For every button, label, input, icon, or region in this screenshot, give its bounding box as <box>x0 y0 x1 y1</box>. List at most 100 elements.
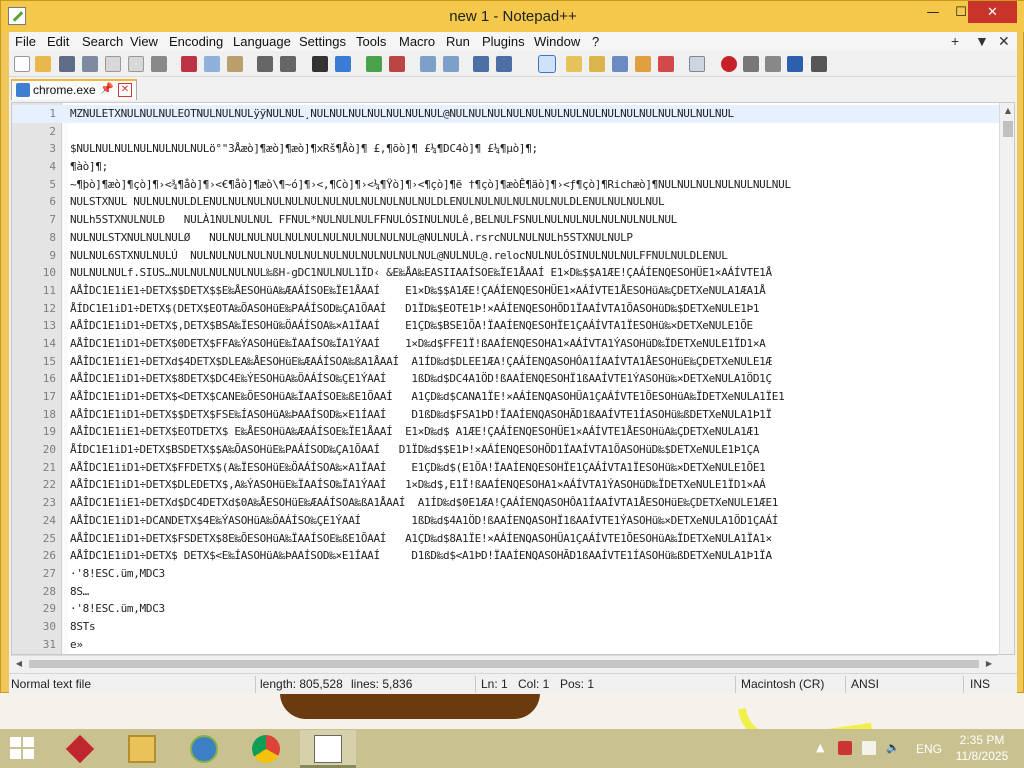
line-text[interactable]: AÅÎDC1E1iD1÷DETX$<DETX$CANE‰ÕESOHüA‰ÏAAÍ… <box>70 390 998 403</box>
winrar-icon[interactable] <box>52 730 108 768</box>
play-multi-icon[interactable] <box>787 56 803 72</box>
line-text[interactable]: 8STs <box>70 620 998 633</box>
editor-line[interactable]: 27 ·'8!ESC.üm,MDC3 <box>12 565 1002 583</box>
doc-map-icon[interactable] <box>589 56 605 72</box>
close-icon[interactable] <box>105 56 121 72</box>
wrap-icon[interactable] <box>473 56 489 72</box>
save-all-icon[interactable] <box>82 56 98 72</box>
editor-line[interactable]: 25 AÅÎDC1E1iD1÷DETX$FSDETX$8E‰ÕESOHüA‰ÏAA… <box>12 530 1002 548</box>
line-text[interactable]: AÅÎDC1E1iD1÷DETX$FSDETX$8E‰ÕESOHüA‰ÏAAÍS… <box>70 532 998 545</box>
replace-icon[interactable] <box>335 56 351 72</box>
editor-line[interactable]: 28 8S… <box>12 583 1002 601</box>
editor-line[interactable]: 7 NULh5STXNULNULÐ NULÀ1NULNULNUL FFNUL*NU… <box>12 211 1002 229</box>
function-list-icon[interactable] <box>612 56 628 72</box>
redo-icon[interactable] <box>280 56 296 72</box>
stop-icon[interactable] <box>743 56 759 72</box>
menu-tools[interactable]: Tools <box>356 34 386 49</box>
line-text[interactable]: NULNULSTXNULNULNULØ NULNULNULNULNULNULNU… <box>70 231 998 244</box>
editor-line[interactable]: 3 $NULNULNULNULNULNULNULö°"3Åæò]¶æò]¶æò]¶… <box>12 140 1002 158</box>
sync-v-icon[interactable] <box>420 56 436 72</box>
line-text[interactable]: AÅÎDC1E1iD1÷DETX$0DETX$FFA‰ÝASOHüE‰ÏAAÍS… <box>70 337 998 350</box>
menu-language[interactable]: Language <box>233 34 291 49</box>
status-encoding[interactable]: ANSI <box>851 677 879 691</box>
editor-line[interactable]: 13 AÅÎDC1E1iD1÷DETX$,DETX$BSA‰ÏESOHü‰ÖAÁÍ… <box>12 317 1002 335</box>
line-text[interactable]: AÅÎDC1E1iE1÷DETX$EOTDETX$ E‰ÅESOHüA‰ÆAÁÍ… <box>70 425 998 438</box>
close-button[interactable]: ✕ <box>968 1 1017 23</box>
scroll-up-icon[interactable]: ▲ <box>1000 103 1014 119</box>
editor-line[interactable]: 17 AÅÎDC1E1iD1÷DETX$<DETX$CANE‰ÕESOHüA‰ÏA… <box>12 388 1002 406</box>
save-macro-icon[interactable] <box>811 56 827 72</box>
menu-edit[interactable]: Edit <box>47 34 69 49</box>
menu-run[interactable]: Run <box>446 34 470 49</box>
chrome-icon[interactable] <box>238 730 294 768</box>
hscroll-thumb[interactable] <box>29 660 979 668</box>
menu-plugins[interactable]: Plugins <box>482 34 525 49</box>
line-text[interactable]: NULNULNULf.SIUS…NULNULNULNULNUL‰ßH-gDC1N… <box>70 266 998 279</box>
editor-line[interactable]: 22 AÅÎDC1E1iD1÷DETX$DLEDETX$,A‰ÝASOHüE‰ÏA… <box>12 476 1002 494</box>
sync-h-icon[interactable] <box>443 56 459 72</box>
close-doc-icon[interactable]: ✕ <box>998 33 1010 50</box>
line-text[interactable]: e» <box>70 638 998 651</box>
line-text[interactable]: AÅÎDC1E1iE1÷DETXd$4DETX$DLEA‰ÅESOHüE‰ÆAÁ… <box>70 355 998 368</box>
line-text[interactable]: ÅÍDC1E1iD1÷DETX$BSDETX$$A‰ÕASOHüE‰PAÁÍSO… <box>70 443 998 456</box>
menu-encoding[interactable]: Encoding <box>169 34 223 49</box>
status-mode[interactable]: INS <box>970 677 990 691</box>
title-bar[interactable]: new 1 - Notepad++ — ☐ ✕ <box>1 1 1024 32</box>
line-text[interactable]: AÅÎDC1E1iD1÷DETX$$DETX$FSE‰ÍASOHüA‰ÞAAÍS… <box>70 408 998 421</box>
menu-view[interactable]: View <box>130 34 158 49</box>
udl-icon[interactable] <box>566 56 582 72</box>
zoom-in-icon[interactable] <box>366 56 382 72</box>
line-text[interactable]: NULSTXNUL NULNULNULDLENULNULNULNULNULNUL… <box>70 195 998 208</box>
editor-line[interactable]: 24 AÅÎDC1E1iD1÷DCANDETX$4E‰ÝASOHüA‰ÖAÁÍSO… <box>12 512 1002 530</box>
line-text[interactable]: ~¶þò]¶æò]¶çò]¶›<¾¶åò]¶›<€¶åò]¶æò\¶~ó]¶›<… <box>70 178 998 191</box>
menu-settings[interactable]: Settings <box>299 34 346 49</box>
line-text[interactable]: NULh5STXNULNULÐ NULÀ1NULNULNUL FFNUL*NUL… <box>70 213 998 226</box>
flag-icon[interactable] <box>838 741 852 755</box>
editor-line[interactable]: 2 <box>12 123 1002 141</box>
close-all-icon[interactable] <box>128 56 144 72</box>
editor-line[interactable]: 18 AÅÎDC1E1iD1÷DETX$$DETX$FSE‰ÍASOHüA‰ÞAA… <box>12 406 1002 424</box>
menu-search[interactable]: Search <box>82 34 123 49</box>
tab-list-icon[interactable]: ▼ <box>975 33 989 49</box>
editor-line[interactable]: 16 AÅÎDC1E1iD1÷DETX$8DETX$DC4E‰ÝESOHüA‰ÖA… <box>12 370 1002 388</box>
new-tab-icon[interactable]: + <box>951 33 959 49</box>
editor-line[interactable]: 14 AÅÎDC1E1iD1÷DETX$0DETX$FFA‰ÝASOHüE‰ÏAA… <box>12 335 1002 353</box>
menu-file[interactable]: File <box>15 34 36 49</box>
notepadpp-taskbar-icon[interactable] <box>300 730 356 768</box>
editor-line[interactable]: 23 AÅÎDC1E1iE1÷DETXd$DC4DETXd$0A‰ÅESOHüE‰… <box>12 494 1002 512</box>
scroll-left-icon[interactable]: ◀ <box>11 656 27 672</box>
menu-macro[interactable]: Macro <box>399 34 435 49</box>
editor-line[interactable]: 31 e» <box>12 636 1002 654</box>
editor-line[interactable]: 6 NULSTXNUL NULNULNULDLENULNULNULNULNULNU… <box>12 193 1002 211</box>
pdf-icon[interactable] <box>658 56 674 72</box>
editor-line[interactable]: 11 AÅÎDC1E1iE1÷DETX$$DETX$$E‰ÅESOHüA‰ÆAÁÍ… <box>12 282 1002 300</box>
folder-workspace-icon[interactable] <box>635 56 651 72</box>
zoom-out-icon[interactable] <box>389 56 405 72</box>
line-text[interactable]: AÅÎDC1E1iE1÷DETX$$DETX$$E‰ÅESOHüA‰ÆAÁÍSO… <box>70 284 998 297</box>
monitor-icon[interactable] <box>689 56 705 72</box>
tab-chrome-exe[interactable]: chrome.exe 📌 ✕ <box>11 79 137 100</box>
network-icon[interactable] <box>862 741 876 755</box>
line-text[interactable]: AÅÎDC1E1iD1÷DCANDETX$4E‰ÝASOHüA‰ÖAÁÍSO‰Ç… <box>70 514 998 527</box>
cut-icon[interactable] <box>181 56 197 72</box>
editor-line[interactable]: 29 ·'8!ESC.üm,MDC3 <box>12 600 1002 618</box>
line-text[interactable]: ÅÍDC1E1iD1÷DETX$(DETX$EOTA‰ÕASOHüE‰PAÁÍS… <box>70 302 998 315</box>
editor-line[interactable]: 19 AÅÎDC1E1iE1÷DETX$EOTDETX$ E‰ÅESOHüA‰ÆA… <box>12 423 1002 441</box>
editor-line[interactable]: 1 MZNULETXNULNULNULEOTNULNULNULÿÿNULNUL¸N… <box>12 105 1002 123</box>
find-icon[interactable] <box>312 56 328 72</box>
minimize-button[interactable]: — <box>919 1 947 23</box>
scroll-thumb[interactable] <box>1003 121 1013 137</box>
editor-line[interactable]: 30 8STs <box>12 618 1002 636</box>
undo-icon[interactable] <box>257 56 273 72</box>
paste-icon[interactable] <box>227 56 243 72</box>
show-all-icon[interactable] <box>496 56 512 72</box>
language-indicator[interactable]: ENG <box>916 742 942 756</box>
line-text[interactable]: 8S… <box>70 585 998 598</box>
line-text[interactable]: $NULNULNULNULNULNULNULö°"3Åæò]¶æò]¶æò]¶x… <box>70 142 998 155</box>
line-text[interactable]: AÅÎDC1E1iD1÷DETX$,DETX$BSA‰ÏESOHü‰ÖAÁÍSO… <box>70 319 998 332</box>
editor-line[interactable]: 15 AÅÎDC1E1iE1÷DETXd$4DETX$DLEA‰ÅESOHüE‰Æ… <box>12 353 1002 371</box>
tab-close-icon[interactable]: ✕ <box>118 83 132 97</box>
line-text[interactable]: AÅÎDC1E1iD1÷DETX$FFDETX$(A‰ÏESOHüE‰ÖAÁÍS… <box>70 461 998 474</box>
file-explorer-icon[interactable] <box>114 730 170 768</box>
start-icon[interactable] <box>10 737 36 761</box>
